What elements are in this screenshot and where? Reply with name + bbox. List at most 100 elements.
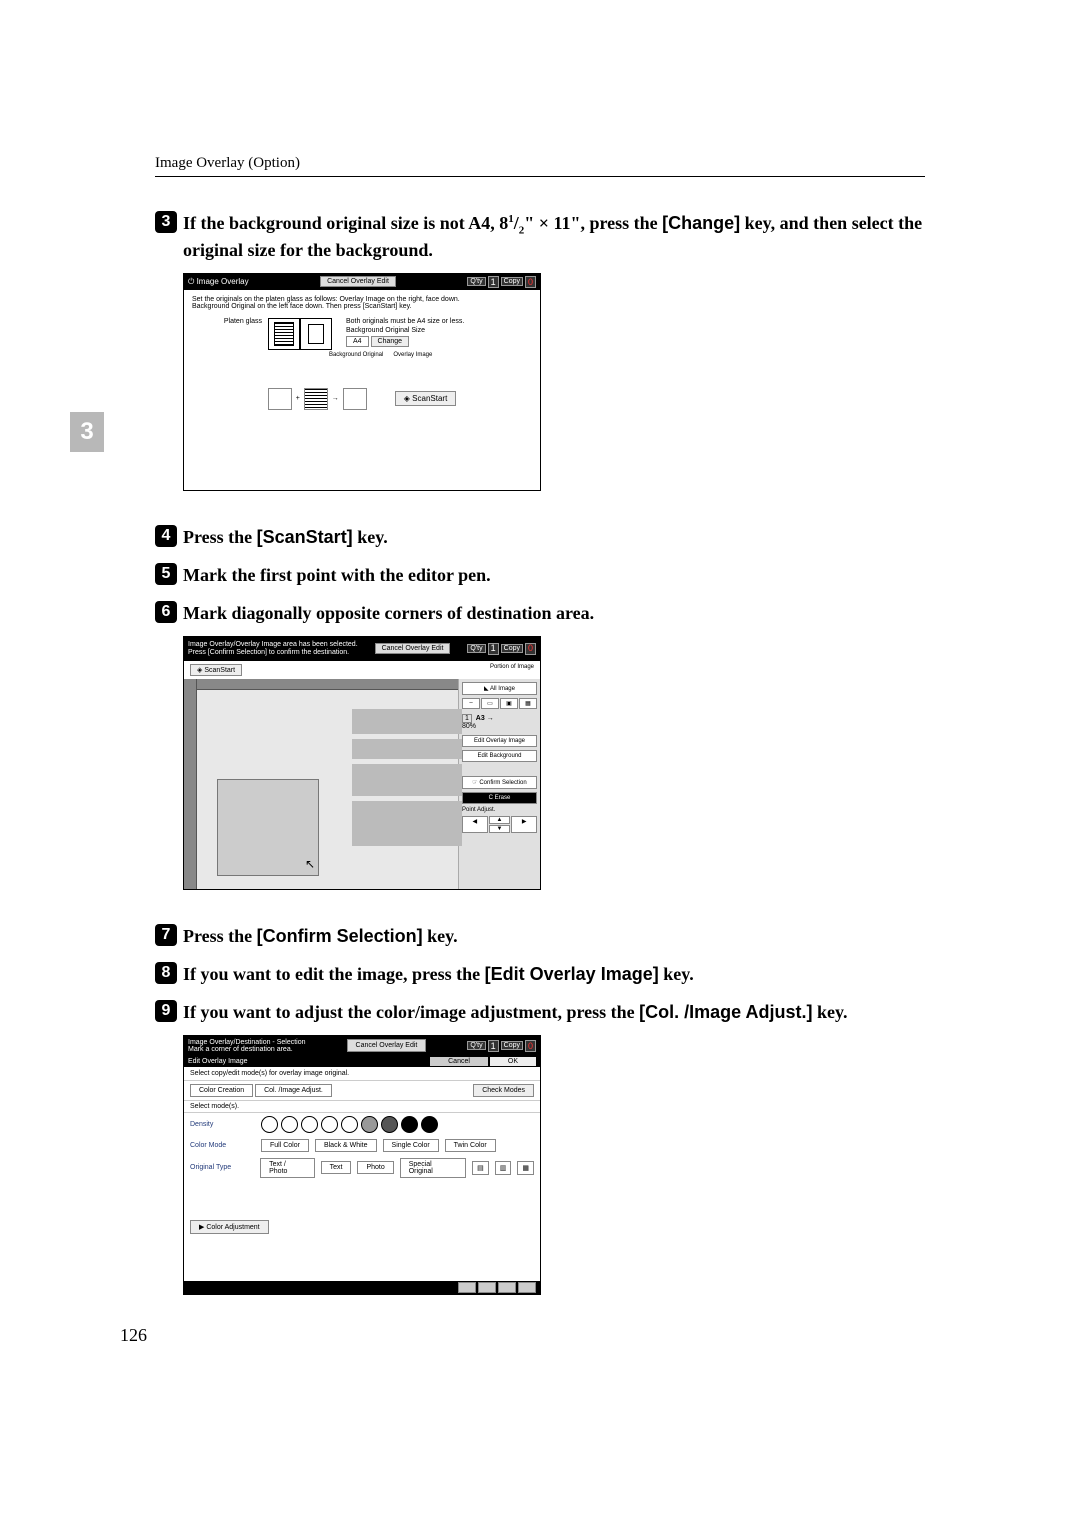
plus-icon: + (296, 395, 300, 402)
page-number: 126 (120, 1325, 147, 1346)
ss3-edit-overlay-label: Edit Overlay Image (188, 1058, 248, 1065)
ss3-bw[interactable]: Black & White (315, 1139, 377, 1152)
ss3-cancel-edit[interactable]: Cancel Overlay Edit (347, 1039, 427, 1052)
step-number-4: 4 (155, 525, 177, 547)
scanstart-key-ref: [ScanStart] (257, 527, 353, 547)
ss2-ratio: 80% (462, 723, 476, 730)
ss1-change-btn[interactable]: Change (371, 336, 410, 347)
ss1-bgsize-label: Background Original Size (346, 327, 464, 334)
proc-box-1 (268, 388, 292, 410)
ss3-qty-val: 1 (488, 1040, 499, 1052)
ss3-special[interactable]: Special Original (400, 1158, 466, 1178)
ss1-instr2: Background Original on the left face dow… (192, 303, 532, 310)
ss3-cancel-btn[interactable]: Cancel (430, 1057, 488, 1066)
step-number-7: 7 (155, 924, 177, 946)
step-number-6: 6 (155, 601, 177, 623)
canvas-image-2 (352, 709, 462, 734)
footer-btn-4[interactable] (518, 1282, 536, 1293)
zoom-2[interactable]: ▭ (481, 698, 499, 709)
zoom-4[interactable]: ▦ (519, 698, 537, 709)
ss3-colorcreation-tab[interactable]: Color Creation (190, 1084, 253, 1097)
ss3-footer (184, 1281, 540, 1294)
ss2-portion: Portion of Image (490, 664, 534, 676)
adj-right[interactable]: ▶ (511, 816, 537, 833)
zoom-1[interactable]: – (462, 698, 480, 709)
footer-btn-3[interactable] (498, 1282, 516, 1293)
ss3-sub: Mark a corner of destination area. (188, 1046, 306, 1053)
step5-text: Mark the first point with the editor pen… (183, 563, 491, 587)
step-4: 4 Press the [ScanStart] key. (155, 525, 925, 549)
ss1-scanstart-btn[interactable]: ◈ ScanStart (395, 391, 457, 406)
ss3-orient-1[interactable]: ▤ (472, 1161, 489, 1175)
adj-down[interactable]: ▼ (489, 825, 511, 833)
ss1-ov-icon (300, 318, 332, 350)
footer-btn-2[interactable] (478, 1282, 496, 1293)
page-content: Image Overlay (Option) 3 If the backgrou… (155, 155, 925, 1295)
ss2-qty-label: Q'ty (467, 644, 485, 654)
screenshot-edit-overlay: Image Overlay/Destination - Selection Ma… (183, 1035, 541, 1295)
ss3-density-label: Density (190, 1121, 255, 1128)
step-6: 6 Mark diagonally opposite corners of de… (155, 601, 925, 625)
ss3-fullcolor[interactable]: Full Color (261, 1139, 309, 1152)
ss2-scanstart[interactable]: ◈ ScanStart (190, 664, 242, 676)
ss1-note: Both originals must be A4 size or less. (346, 318, 464, 325)
arrow-right-icon: → (332, 395, 339, 402)
cursor-icon: ↖ (305, 857, 315, 872)
ss2-qty-val: 1 (488, 643, 499, 655)
ruler-vertical (184, 679, 197, 889)
step-3: 3 If the background original size is not… (155, 211, 925, 263)
ss2-copy-label: Copy (501, 644, 523, 654)
ss1-qty-val: 1 (488, 276, 499, 288)
ss2-confirm[interactable]: ☞ Confirm Selection (462, 776, 537, 789)
ss2-erase[interactable]: C Erase (462, 792, 537, 804)
step-number-9: 9 (155, 1000, 177, 1022)
ss3-orient-3[interactable]: ▦ (517, 1161, 534, 1175)
zoom-3[interactable]: ▣ (500, 698, 518, 709)
ss3-coloradj[interactable]: ▶ Color Adjustment (190, 1220, 269, 1234)
ss1-qty-label: Q'ty (467, 277, 485, 286)
ss3-qty-label: Q'ty (467, 1041, 485, 1050)
running-header: Image Overlay (Option) (155, 155, 925, 172)
canvas-image-5 (352, 801, 462, 846)
confirm-key-ref: [Confirm Selection] (257, 926, 423, 946)
ss2-title1: Image Overlay/Overlay Image area has bee… (188, 641, 358, 649)
step4-pre: Press the (183, 527, 257, 547)
step7-pre: Press the (183, 926, 257, 946)
step9-post: key. (813, 1002, 848, 1022)
proc-box-2 (304, 388, 328, 410)
ss3-textphoto[interactable]: Text / Photo (260, 1158, 314, 1178)
canvas-image-3 (352, 739, 462, 759)
ss3-singlecolor[interactable]: Single Color (383, 1139, 439, 1152)
header-rule (155, 176, 925, 177)
ss2-edit-bg[interactable]: Edit Background (462, 750, 537, 762)
ss3-checkmodes[interactable]: Check Modes (473, 1084, 534, 1097)
ss3-orient-2[interactable]: ▥ (495, 1161, 512, 1175)
ss1-cancel[interactable]: Cancel Overlay Edit (320, 276, 396, 287)
step9-pre: If you want to adjust the color/image ad… (183, 1002, 639, 1022)
ss3-twincolor[interactable]: Twin Color (445, 1139, 496, 1152)
adj-left[interactable]: ◀ (462, 816, 488, 833)
canvas-image-1 (217, 779, 319, 876)
ss2-a3: A3 (476, 715, 485, 722)
ss3-ok-btn[interactable]: OK (490, 1057, 536, 1066)
adj-up[interactable]: ▲ (489, 816, 511, 824)
side-panel: ◣ All Image – ▭ ▣ ▦ 1 A3 → 80% Edit Over… (458, 679, 540, 889)
footer-btn-1[interactable] (458, 1282, 476, 1293)
ss3-photo[interactable]: Photo (357, 1161, 393, 1174)
ss1-copy-label: Copy (501, 277, 523, 286)
step6-text: Mark diagonally opposite corners of dest… (183, 601, 594, 625)
step-number-5: 5 (155, 563, 177, 585)
density-scale[interactable] (261, 1116, 438, 1133)
step-number-3: 3 (155, 211, 177, 233)
editor-canvas[interactable]: ↖ (197, 679, 458, 889)
step8-pre: If you want to edit the image, press the (183, 964, 485, 984)
ss3-text[interactable]: Text (321, 1161, 352, 1174)
ss3-colimgadj-tab[interactable]: Col. /Image Adjust. (255, 1084, 332, 1097)
ss2-pointadj-label: Point Adjust. (462, 807, 537, 813)
ss2-edit-overlay[interactable]: Edit Overlay Image (462, 735, 537, 747)
ss1-bgorig-label: Background Original (326, 352, 386, 358)
colimg-key-ref: [Col. /Image Adjust.] (639, 1002, 812, 1022)
ss3-copy-label: Copy (501, 1041, 523, 1050)
ss2-cancel[interactable]: Cancel Overlay Edit (375, 643, 451, 655)
ss2-allimg[interactable]: ◣ All Image (462, 682, 537, 695)
